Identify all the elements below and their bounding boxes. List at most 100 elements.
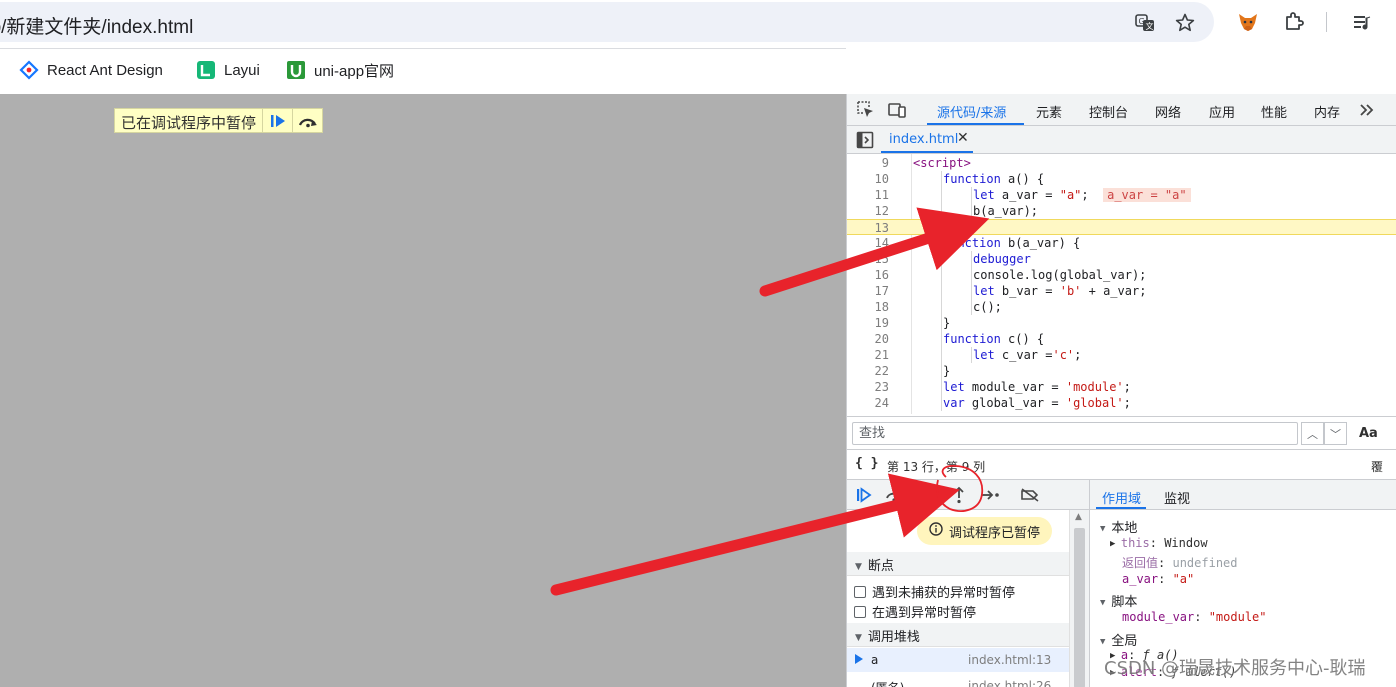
code-line[interactable]: 23 let module_var = 'module'; — [847, 379, 1396, 395]
file-tab-index-html[interactable]: index.html — [881, 126, 966, 154]
checkbox[interactable] — [854, 605, 866, 618]
line-number[interactable]: 13 — [847, 220, 889, 236]
find-previous-button[interactable]: ︿ — [1301, 422, 1324, 445]
resume-script-button[interactable] — [262, 109, 292, 132]
close-file-icon[interactable]: ✕ — [957, 130, 969, 146]
reading-list-icon[interactable] — [1350, 10, 1374, 34]
line-number[interactable]: 18 — [847, 299, 889, 315]
line-number[interactable]: 15 — [847, 251, 889, 267]
code-line-current[interactable]: 13} — [847, 219, 1396, 236]
step-out-button[interactable] — [948, 485, 970, 505]
call-stack-section-header[interactable]: ▼ 调用堆栈 — [847, 623, 1069, 647]
pause-on-caught-exceptions[interactable]: 在遇到异常时暂停 — [854, 602, 976, 621]
code-token: function — [943, 332, 1001, 346]
toggle-navigator-icon[interactable] — [855, 130, 875, 150]
code-line[interactable]: 10 function a() { — [847, 171, 1396, 187]
translate-icon[interactable]: G文 — [1134, 12, 1156, 34]
find-bar: ︿ ﹀ Aa — [847, 416, 1396, 450]
inspect-element-icon[interactable] — [856, 100, 876, 120]
tab-application[interactable]: 应用 — [1209, 102, 1235, 121]
call-frame-location[interactable]: index.html:26 — [968, 679, 1051, 687]
step-over-button[interactable] — [292, 109, 322, 132]
line-number[interactable]: 21 — [847, 347, 889, 363]
step-button[interactable] — [979, 485, 1001, 505]
checkbox[interactable] — [854, 585, 866, 598]
scope-property[interactable]: module_var: "module" — [1122, 610, 1267, 624]
tab-console[interactable]: 控制台 — [1089, 102, 1128, 121]
expand-triangle-icon[interactable]: ▶ — [1110, 539, 1121, 549]
code-line[interactable]: 15 debugger — [847, 251, 1396, 267]
line-number[interactable]: 14 — [847, 235, 889, 251]
tab-performance[interactable]: 性能 — [1261, 102, 1287, 121]
code-token: b(a_var); — [973, 204, 1039, 218]
code-line[interactable]: 22} — [847, 363, 1396, 379]
bookmark-react-ant-design[interactable]: React Ant Design — [19, 58, 163, 82]
code-line[interactable]: 20 function c() { — [847, 331, 1396, 347]
line-number[interactable]: 11 — [847, 187, 889, 203]
tab-memory[interactable]: 内存 — [1314, 102, 1340, 121]
scope-section-header[interactable]: ▼ 本地 — [1100, 517, 1137, 536]
line-number[interactable]: 20 — [847, 331, 889, 347]
scrollbar-thumb[interactable] — [1074, 528, 1085, 687]
tab-elements[interactable]: 元素 — [1036, 102, 1062, 121]
line-number[interactable]: 12 — [847, 203, 889, 219]
pause-on-uncaught-exceptions[interactable]: 遇到未捕获的异常时暂停 — [854, 582, 1015, 601]
find-next-button[interactable]: ﹀ — [1324, 422, 1347, 445]
line-number[interactable]: 16 — [847, 267, 889, 283]
tab-sources[interactable]: 源代码/来源 — [937, 102, 1006, 121]
star-bookmark-icon[interactable] — [1174, 12, 1196, 34]
code-line[interactable]: 12 b(a_var); — [847, 203, 1396, 219]
tab-network[interactable]: 网络 — [1155, 102, 1181, 121]
scope-property[interactable]: 返回值: undefined — [1122, 554, 1238, 571]
resume-button[interactable] — [853, 485, 875, 505]
scope-property[interactable]: a_var: "a" — [1122, 572, 1194, 586]
code-line[interactable]: 17 let b_var = 'b' + a_var; — [847, 283, 1396, 299]
code-line[interactable]: 24 var global_var = 'global'; — [847, 395, 1396, 411]
tab-scope[interactable]: 作用域 — [1102, 488, 1141, 507]
line-number[interactable]: 23 — [847, 379, 889, 395]
code-line[interactable]: 16 console.log(global_var); — [847, 267, 1396, 283]
scope-property[interactable]: ▶ this: Window — [1110, 536, 1208, 550]
scroll-up-arrow-icon[interactable]: ▲ — [1075, 512, 1082, 522]
scope-section-header[interactable]: ▼ 脚本 — [1100, 591, 1137, 610]
call-frame[interactable]: a index.html:13 — [847, 648, 1069, 672]
line-number[interactable]: 17 — [847, 283, 889, 299]
device-toolbar-icon[interactable] — [887, 100, 907, 120]
collapse-triangle-icon: ▼ — [1100, 524, 1106, 534]
code-line[interactable]: 19} — [847, 315, 1396, 331]
step-over-next-call-button[interactable] — [883, 485, 905, 505]
step-into-button[interactable] — [925, 485, 947, 505]
scope-section-header[interactable]: ▼ 全局 — [1100, 630, 1137, 649]
indent-guide — [971, 251, 972, 267]
fox-extension-icon[interactable] — [1236, 10, 1260, 34]
call-frame-location[interactable]: index.html:13 — [968, 653, 1051, 667]
breakpoints-section-header[interactable]: ▼ 断点 — [847, 552, 1069, 576]
url-text[interactable]: pp/新建文件夹/index.html — [0, 12, 193, 39]
watermark: CSDN @瑞晟技术服务中心-耿瑞 — [1104, 658, 1366, 679]
line-number[interactable]: 22 — [847, 363, 889, 379]
find-input[interactable] — [852, 422, 1298, 445]
code-line[interactable]: 14 function b(a_var) { — [847, 235, 1396, 251]
tab-watch[interactable]: 监视 — [1164, 488, 1190, 507]
code-line[interactable]: 9 <script> — [847, 155, 1396, 171]
property-key: a_var — [1122, 572, 1159, 586]
code-line[interactable]: 11 let a_var = "a"; a_var = "a" — [847, 187, 1396, 203]
line-number[interactable]: 9 — [847, 155, 889, 171]
deactivate-breakpoints-button[interactable] — [1019, 485, 1041, 505]
more-tabs-chevron-icon[interactable] — [1357, 100, 1377, 120]
call-frame[interactable]: (匿名) index.html:26 — [847, 674, 1069, 687]
code-editor[interactable]: 9 <script> 10 function a() {11 let a_var = "… — [847, 154, 1396, 414]
code-line[interactable]: 21 let c_var ='c'; — [847, 347, 1396, 363]
sidebar-scrollbar[interactable]: ▲ — [1069, 510, 1089, 687]
pretty-print-button[interactable]: { } — [855, 456, 878, 471]
extensions-puzzle-icon[interactable] — [1282, 10, 1306, 34]
match-case-button[interactable]: Aa — [1359, 426, 1378, 441]
line-number[interactable]: 10 — [847, 171, 889, 187]
call-frame-name: a — [871, 653, 879, 667]
line-number[interactable]: 24 — [847, 395, 889, 411]
code-line[interactable]: 18 c(); — [847, 299, 1396, 315]
bookmark-uni-app[interactable]: uni-app官网 — [286, 58, 394, 82]
line-number[interactable]: 19 — [847, 315, 889, 331]
address-bar[interactable]: pp/新建文件夹/index.html G文 — [0, 2, 1214, 42]
bookmark-layui[interactable]: Layui — [196, 58, 260, 82]
